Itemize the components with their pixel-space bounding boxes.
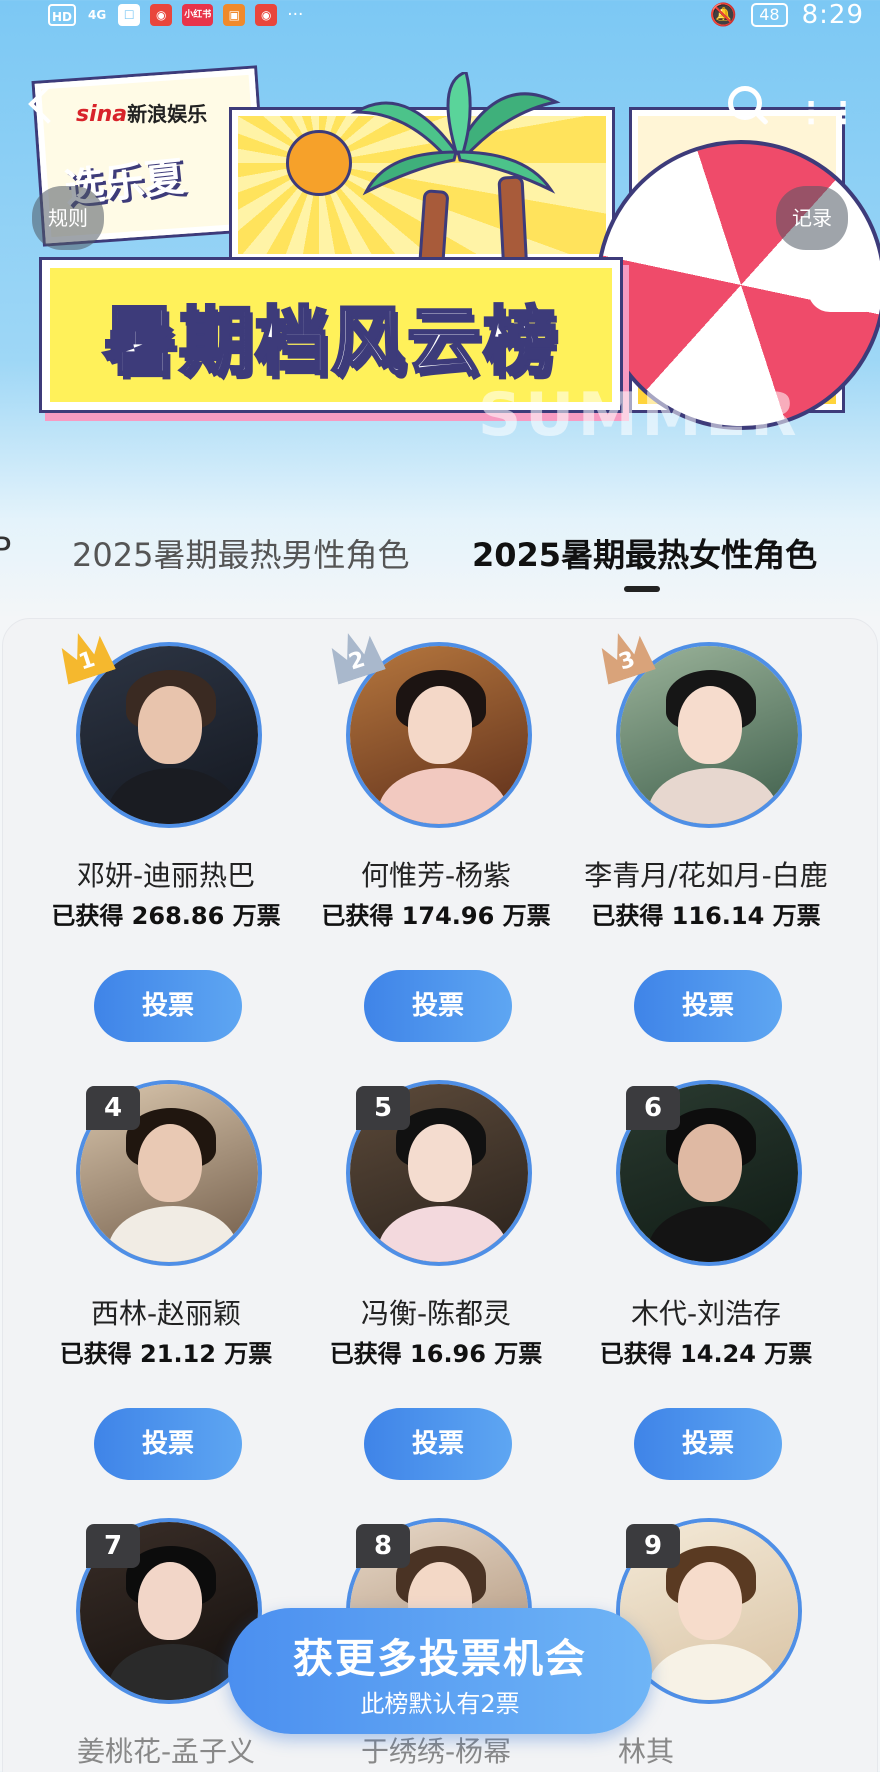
record-button[interactable]: 记录: [776, 186, 848, 250]
vote-button[interactable]: 投票: [94, 970, 242, 1042]
rank-badge: 6: [626, 1086, 680, 1130]
more-votes-button[interactable]: 获更多投票机会 此榜默认有2票: [228, 1608, 652, 1734]
rank-badge: 8: [356, 1524, 410, 1568]
vote-button[interactable]: 投票: [364, 1408, 512, 1480]
rules-button[interactable]: 规则: [32, 186, 104, 250]
vote-count: 已获得 16.96 万票: [329, 1340, 543, 1368]
candidate-name: 邓妍-迪丽热巴: [76, 859, 256, 892]
candidate-name: 冯衡-陈都灵: [360, 1297, 512, 1330]
cta-title: 获更多投票机会: [293, 1636, 587, 1682]
tab-previous[interactable]: P: [0, 530, 11, 568]
candidate-name: 李青月/花如月-白鹿: [584, 859, 828, 892]
vote-button[interactable]: 投票: [634, 1408, 782, 1480]
category-tabs: P 2025暑期最热男性角色 2025暑期最热女性角色: [0, 530, 880, 600]
vote-button[interactable]: 投票: [634, 970, 782, 1042]
vote-button[interactable]: 投票: [94, 1408, 242, 1480]
candidate-name: 西林-赵丽颖: [90, 1297, 242, 1330]
candidate-name: 何惟芳-杨紫: [360, 859, 512, 892]
candidate-name: 姜桃花-孟子义: [76, 1735, 256, 1768]
rank-badge: 9: [626, 1524, 680, 1568]
active-tab-indicator: [624, 586, 660, 592]
vote-count: 已获得 116.14 万票: [591, 902, 821, 930]
more-icon[interactable]: ⋮⋮: [796, 96, 860, 131]
tab-male-roles[interactable]: 2025暑期最热男性角色: [72, 530, 409, 576]
rank-badge: 4: [86, 1086, 140, 1130]
vote-count: 已获得 14.24 万票: [599, 1340, 813, 1368]
summer-watermark: SUMMER: [478, 380, 801, 450]
candidate-name: 林其: [617, 1735, 674, 1768]
search-icon[interactable]: [728, 86, 762, 120]
palm-leaves-icon: [350, 72, 561, 196]
rank-badge: 7: [86, 1524, 140, 1568]
sina-logo: sina新浪娱乐: [76, 102, 208, 127]
vote-button[interactable]: 投票: [364, 970, 512, 1042]
cta-subtitle: 此榜默认有2票: [360, 1690, 520, 1718]
page-title: 暑期档风云榜: [102, 297, 559, 386]
header-banner: sina新浪娱乐 选乐夏 暑期档风云榜 SUMMER ⋮⋮ 规则 记录: [0, 0, 880, 468]
vote-count: 已获得 21.12 万票: [59, 1340, 273, 1368]
tab-female-roles[interactable]: 2025暑期最热女性角色: [472, 530, 817, 576]
side-tab[interactable]: [808, 268, 880, 312]
sun-icon: [286, 130, 352, 196]
rank-badge: 5: [356, 1086, 410, 1130]
candidate-name: 木代-刘浩存: [630, 1297, 782, 1330]
vote-count: 已获得 174.96 万票: [321, 902, 551, 930]
vote-count: 已获得 268.86 万票: [51, 902, 281, 930]
